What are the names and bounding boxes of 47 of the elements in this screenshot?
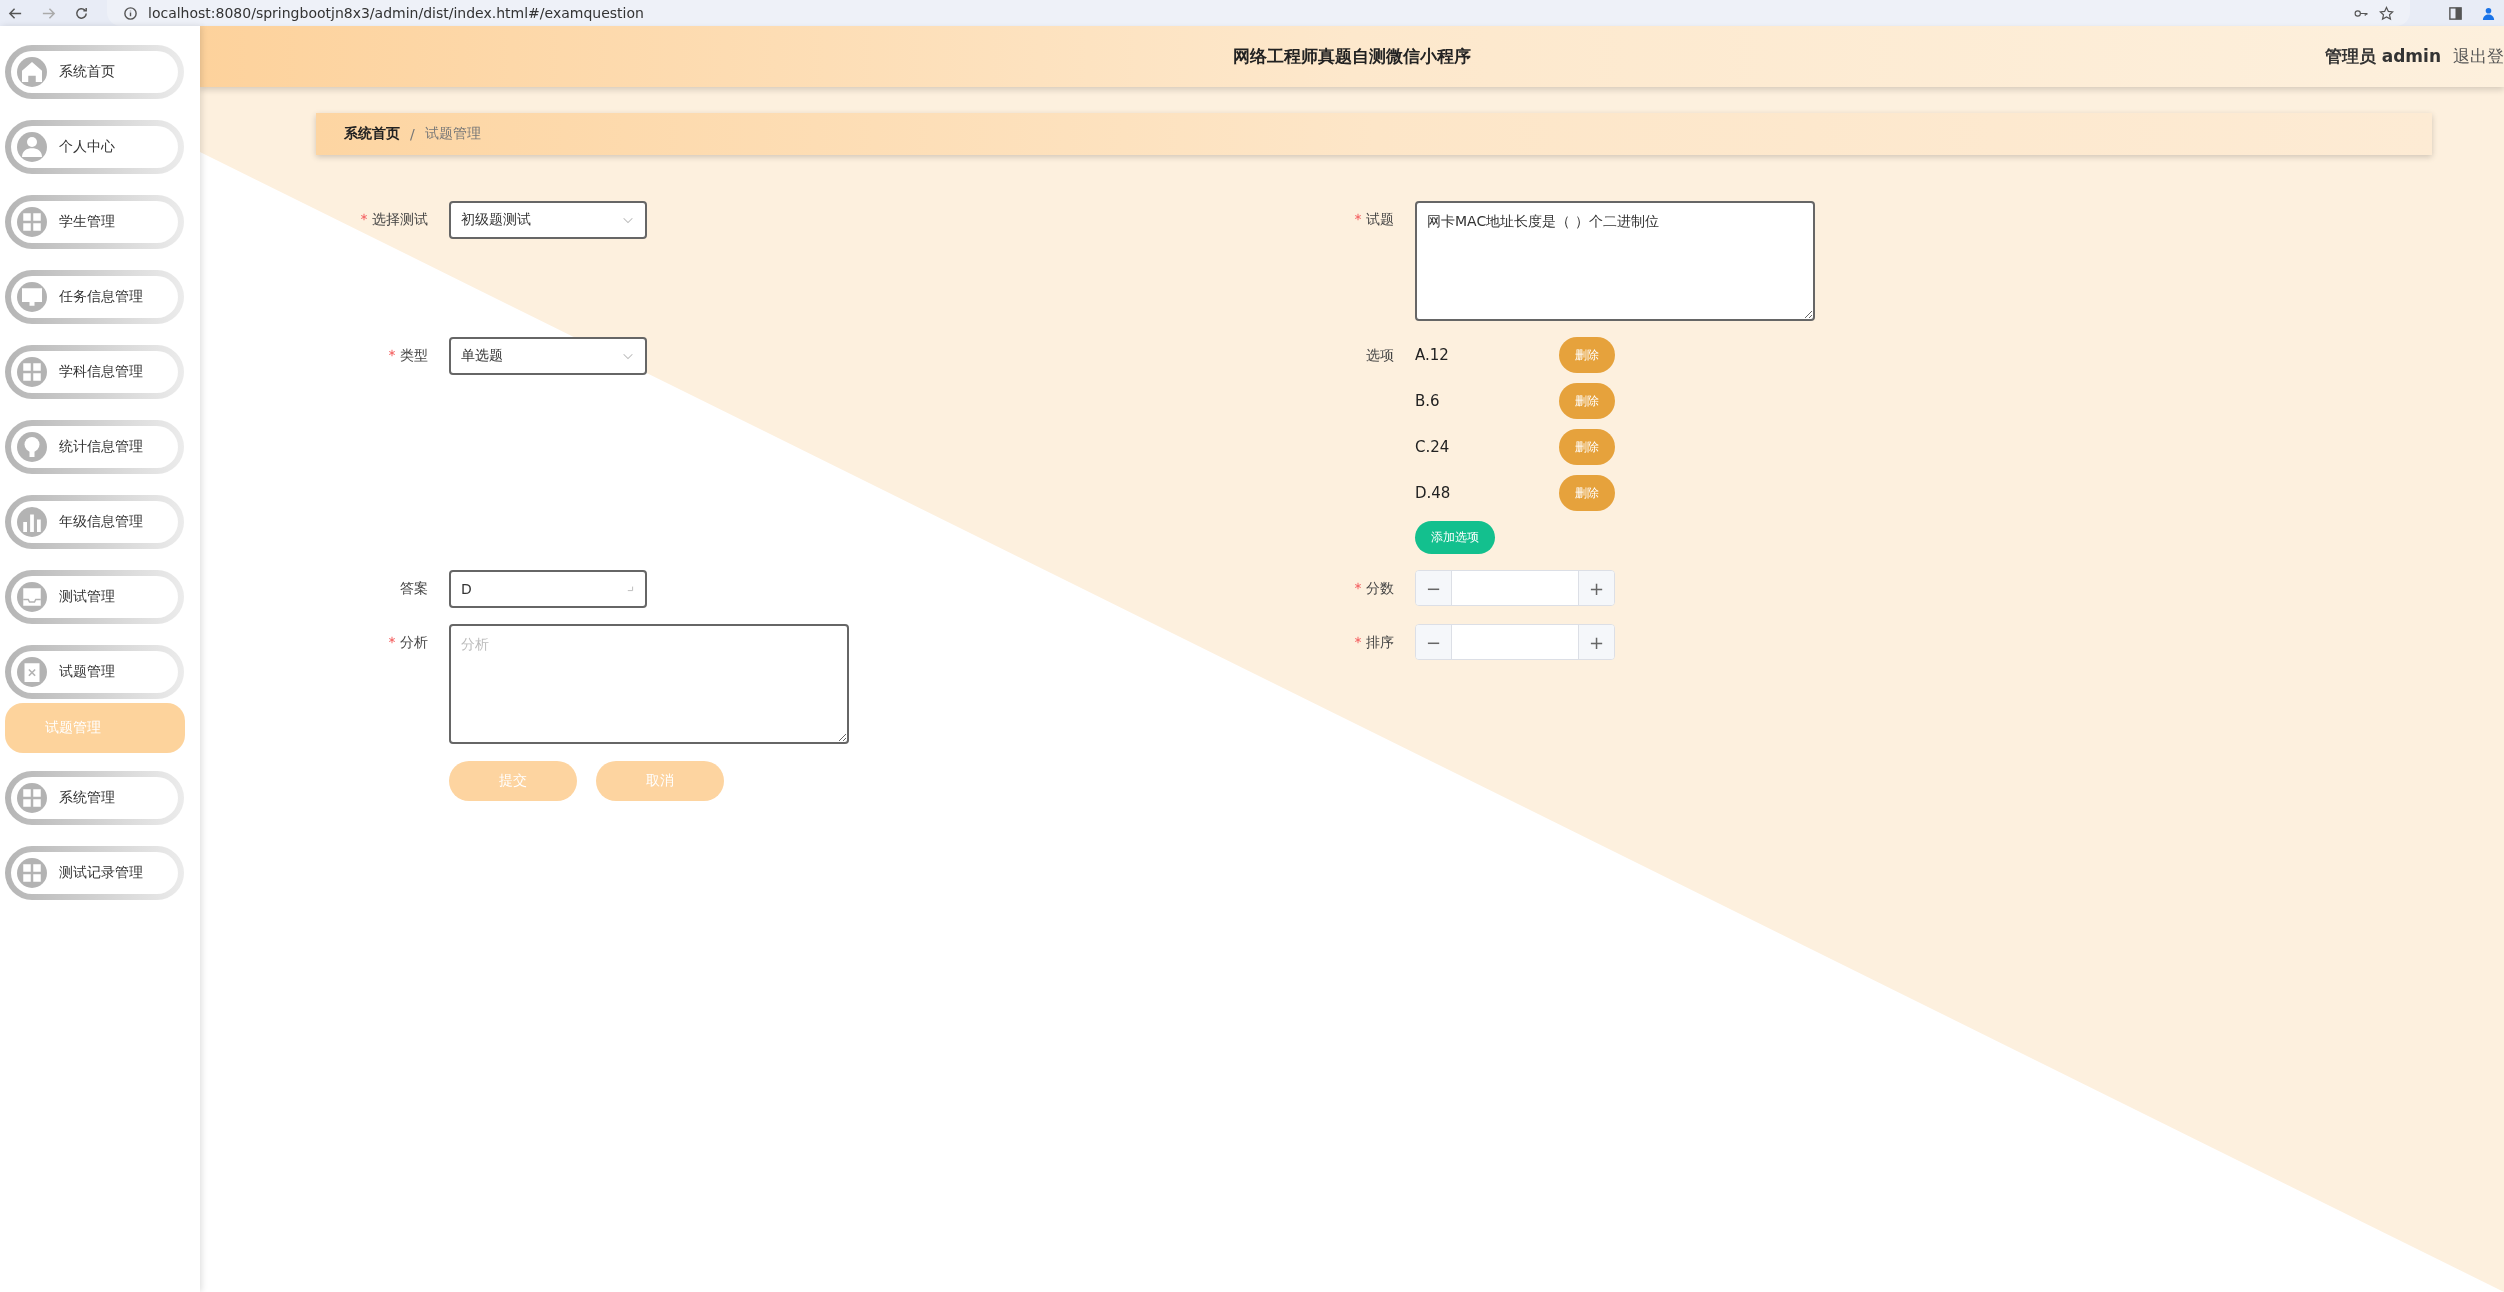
field-label: 分数	[1366, 580, 1394, 598]
profile-icon[interactable]	[2481, 5, 2496, 21]
url-text: localhost:8080/springbootjn8x3/admin/dist/index.html#/examquestion	[148, 5, 644, 21]
monitor-icon	[17, 282, 47, 312]
option-text: A.12	[1415, 346, 1450, 364]
field-label: 选择测试	[372, 211, 428, 229]
bar-chart-icon	[17, 507, 47, 537]
star-icon[interactable]	[2379, 5, 2394, 21]
grid-icon	[17, 858, 47, 888]
decrement-button[interactable]: −	[1416, 625, 1452, 659]
info-icon[interactable]	[123, 5, 138, 21]
field-label: 分析	[400, 634, 428, 652]
field-label: 选项	[1366, 347, 1394, 365]
textarea-field[interactable]: 分析	[449, 624, 849, 744]
user-label: 管理员 admin	[2324, 45, 2441, 68]
corner-mark-icon	[627, 585, 635, 593]
field-label: 类型	[400, 347, 428, 365]
side-panel-icon[interactable]	[2448, 5, 2463, 21]
option-text: B.6	[1415, 392, 1441, 410]
select-field[interactable]: 初级题测试	[449, 201, 647, 239]
address-bar[interactable]: localhost:8080/springbootjn8x3/admin/dist/index.html#/examquestion	[107, 0, 2410, 26]
logout-link[interactable]: 退出登	[2453, 45, 2504, 68]
input-field[interactable]: D	[449, 570, 647, 608]
home-icon	[17, 57, 47, 87]
select-field[interactable]: 单选题	[449, 337, 647, 375]
user-icon	[17, 132, 47, 162]
clipboard-icon	[17, 657, 47, 687]
grid-icon	[17, 207, 47, 237]
increment-button[interactable]: +	[1578, 571, 1614, 605]
field-label: 排序	[1366, 634, 1394, 652]
grid-icon	[17, 783, 47, 813]
textarea-field[interactable]: 网卡MAC地址长度是（ ）个二进制位	[1415, 201, 1815, 321]
breadcrumb-separator: /	[410, 126, 415, 142]
grid-icon	[17, 357, 47, 387]
number-stepper[interactable]: − +	[1415, 624, 1615, 660]
app-title: 网络工程师真题自测微信小程序	[1233, 45, 1471, 68]
decrement-button[interactable]: −	[1416, 571, 1452, 605]
breadcrumb-link[interactable]: 系统首页	[344, 125, 400, 143]
field-label: 试题	[1366, 211, 1394, 229]
reload-icon[interactable]	[74, 5, 89, 21]
field-label: 答案	[400, 580, 428, 598]
number-stepper[interactable]: − +	[1415, 570, 1615, 606]
option-text: D.48	[1415, 484, 1452, 502]
bulb-icon	[17, 432, 47, 462]
tray-icon	[17, 582, 47, 612]
increment-button[interactable]: +	[1578, 625, 1614, 659]
option-text: C.24	[1415, 438, 1451, 456]
